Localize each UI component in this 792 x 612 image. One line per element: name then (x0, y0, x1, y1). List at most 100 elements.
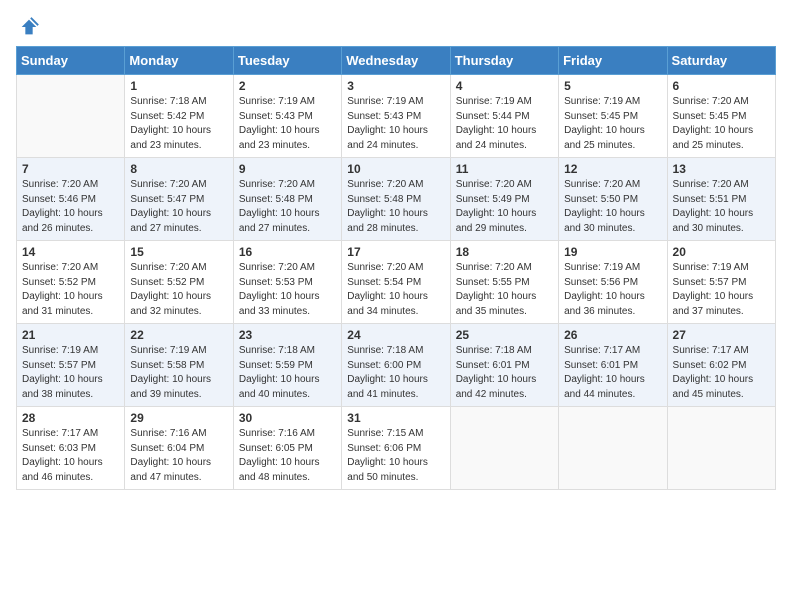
day-info: Sunrise: 7:16 AMSunset: 6:04 PMDaylight:… (130, 427, 227, 485)
calendar-cell (559, 407, 667, 490)
day-number: 7 (22, 162, 119, 176)
day-info: Sunrise: 7:19 AMSunset: 5:57 PMDaylight:… (22, 344, 119, 402)
calendar-header-wednesday: Wednesday (342, 47, 450, 75)
day-info: Sunrise: 7:20 AMSunset: 5:51 PMDaylight:… (673, 178, 770, 236)
calendar-cell (667, 407, 775, 490)
calendar-cell: 17 Sunrise: 7:20 AMSunset: 5:54 PMDayligh… (342, 241, 450, 324)
calendar-cell: 15Sunrise: 7:20 AMSunset: 5:52 PMDayligh… (125, 241, 233, 324)
day-info: Sunrise: 7:20 AMSunset: 5:52 PMDaylight:… (130, 261, 227, 319)
calendar-cell: 31Sunrise: 7:15 AMSunset: 6:06 PMDayligh… (342, 407, 450, 490)
day-info: Sunrise: 7:18 AMSunset: 5:59 PMDaylight:… (239, 344, 336, 402)
day-info: Sunrise: 7:20 AMSunset: 5:55 PMDaylight:… (456, 261, 553, 319)
calendar-cell: 11 Sunrise: 7:20 AMSunset: 5:49 PMDayligh… (450, 158, 558, 241)
day-info: Sunrise: 7:20 AMSunset: 5:54 PMDaylight:… (347, 261, 444, 319)
day-number: 17 (347, 245, 444, 259)
calendar-cell: 13 Sunrise: 7:20 AMSunset: 5:51 PMDayligh… (667, 158, 775, 241)
calendar-cell: 25 Sunrise: 7:18 AMSunset: 6:01 PMDayligh… (450, 324, 558, 407)
day-info: Sunrise: 7:20 AMSunset: 5:49 PMDaylight:… (456, 178, 553, 236)
logo (16, 16, 40, 38)
day-number: 9 (239, 162, 336, 176)
day-number: 10 (347, 162, 444, 176)
calendar-cell: 3Sunrise: 7:19 AMSunset: 5:43 PMDaylight… (342, 75, 450, 158)
day-info: Sunrise: 7:19 AMSunset: 5:57 PMDaylight:… (673, 261, 770, 319)
calendar-cell: 26 Sunrise: 7:17 AMSunset: 6:01 PMDayligh… (559, 324, 667, 407)
day-number: 16 (239, 245, 336, 259)
calendar-cell: 27 Sunrise: 7:17 AMSunset: 6:02 PMDayligh… (667, 324, 775, 407)
calendar-week-3: 14 Sunrise: 7:20 AMSunset: 5:52 PMDayligh… (17, 241, 776, 324)
day-number: 30 (239, 411, 336, 425)
day-number: 20 (673, 245, 770, 259)
day-number: 21 (22, 328, 119, 342)
calendar-cell: 16 Sunrise: 7:20 AMSunset: 5:53 PMDayligh… (233, 241, 341, 324)
page-header (16, 16, 776, 38)
day-info: Sunrise: 7:20 AMSunset: 5:46 PMDaylight:… (22, 178, 119, 236)
day-number: 22 (130, 328, 227, 342)
calendar-table: SundayMondayTuesdayWednesdayThursdayFrid… (16, 46, 776, 490)
day-info: Sunrise: 7:20 AMSunset: 5:48 PMDaylight:… (239, 178, 336, 236)
logo-icon (18, 16, 40, 38)
day-number: 25 (456, 328, 553, 342)
day-info: Sunrise: 7:20 AMSunset: 5:53 PMDaylight:… (239, 261, 336, 319)
day-number: 26 (564, 328, 661, 342)
day-number: 4 (456, 79, 553, 93)
calendar-cell: 29 Sunrise: 7:16 AMSunset: 6:04 PMDayligh… (125, 407, 233, 490)
day-number: 6 (673, 79, 770, 93)
day-number: 29 (130, 411, 227, 425)
calendar-cell: 8 Sunrise: 7:20 AMSunset: 5:47 PMDaylight… (125, 158, 233, 241)
day-number: 2 (239, 79, 336, 93)
calendar-header-tuesday: Tuesday (233, 47, 341, 75)
day-info: Sunrise: 7:17 AMSunset: 6:02 PMDaylight:… (673, 344, 770, 402)
calendar-header-friday: Friday (559, 47, 667, 75)
day-info: Sunrise: 7:19 AMSunset: 5:56 PMDaylight:… (564, 261, 661, 319)
day-number: 19 (564, 245, 661, 259)
day-number: 14 (22, 245, 119, 259)
day-info: Sunrise: 7:17 AMSunset: 6:01 PMDaylight:… (564, 344, 661, 402)
day-info: Sunrise: 7:19 AMSunset: 5:45 PMDaylight:… (564, 95, 661, 153)
day-info: Sunrise: 7:18 AMSunset: 5:42 PMDaylight:… (130, 95, 227, 153)
day-number: 5 (564, 79, 661, 93)
day-info: Sunrise: 7:18 AMSunset: 6:00 PMDaylight:… (347, 344, 444, 402)
day-info: Sunrise: 7:15 AMSunset: 6:06 PMDaylight:… (347, 427, 444, 485)
day-info: Sunrise: 7:18 AMSunset: 6:01 PMDaylight:… (456, 344, 553, 402)
calendar-header-thursday: Thursday (450, 47, 558, 75)
day-info: Sunrise: 7:20 AMSunset: 5:50 PMDaylight:… (564, 178, 661, 236)
calendar-cell: 24 Sunrise: 7:18 AMSunset: 6:00 PMDayligh… (342, 324, 450, 407)
calendar-cell (17, 75, 125, 158)
day-number: 8 (130, 162, 227, 176)
calendar-cell: 21 Sunrise: 7:19 AMSunset: 5:57 PMDayligh… (17, 324, 125, 407)
calendar-cell: 6 Sunrise: 7:20 AMSunset: 5:45 PMDaylight… (667, 75, 775, 158)
day-info: Sunrise: 7:19 AMSunset: 5:58 PMDaylight:… (130, 344, 227, 402)
day-number: 3 (347, 79, 444, 93)
calendar-cell: 4Sunrise: 7:19 AMSunset: 5:44 PMDaylight… (450, 75, 558, 158)
calendar-week-1: 1 Sunrise: 7:18 AMSunset: 5:42 PMDaylight… (17, 75, 776, 158)
day-number: 1 (130, 79, 227, 93)
day-number: 11 (456, 162, 553, 176)
day-info: Sunrise: 7:19 AMSunset: 5:43 PMDaylight:… (239, 95, 336, 153)
calendar-cell: 2 Sunrise: 7:19 AMSunset: 5:43 PMDaylight… (233, 75, 341, 158)
day-info: Sunrise: 7:16 AMSunset: 6:05 PMDaylight:… (239, 427, 336, 485)
calendar-cell: 18Sunrise: 7:20 AMSunset: 5:55 PMDayligh… (450, 241, 558, 324)
day-info: Sunrise: 7:20 AMSunset: 5:48 PMDaylight:… (347, 178, 444, 236)
calendar-cell: 22 Sunrise: 7:19 AMSunset: 5:58 PMDayligh… (125, 324, 233, 407)
calendar-week-5: 28 Sunrise: 7:17 AMSunset: 6:03 PMDayligh… (17, 407, 776, 490)
calendar-header-monday: Monday (125, 47, 233, 75)
day-number: 12 (564, 162, 661, 176)
day-info: Sunrise: 7:17 AMSunset: 6:03 PMDaylight:… (22, 427, 119, 485)
day-number: 24 (347, 328, 444, 342)
calendar-cell: 23 Sunrise: 7:18 AMSunset: 5:59 PMDayligh… (233, 324, 341, 407)
calendar-cell: 14 Sunrise: 7:20 AMSunset: 5:52 PMDayligh… (17, 241, 125, 324)
calendar-cell: 20 Sunrise: 7:19 AMSunset: 5:57 PMDayligh… (667, 241, 775, 324)
day-info: Sunrise: 7:20 AMSunset: 5:52 PMDaylight:… (22, 261, 119, 319)
day-number: 23 (239, 328, 336, 342)
calendar-cell: 5 Sunrise: 7:19 AMSunset: 5:45 PMDaylight… (559, 75, 667, 158)
calendar-header-saturday: Saturday (667, 47, 775, 75)
calendar-cell: 10 Sunrise: 7:20 AMSunset: 5:48 PMDayligh… (342, 158, 450, 241)
calendar-week-2: 7 Sunrise: 7:20 AMSunset: 5:46 PMDaylight… (17, 158, 776, 241)
day-info: Sunrise: 7:20 AMSunset: 5:47 PMDaylight:… (130, 178, 227, 236)
day-info: Sunrise: 7:20 AMSunset: 5:45 PMDaylight:… (673, 95, 770, 153)
calendar-header-sunday: Sunday (17, 47, 125, 75)
day-number: 27 (673, 328, 770, 342)
day-number: 28 (22, 411, 119, 425)
day-number: 13 (673, 162, 770, 176)
calendar-cell: 19 Sunrise: 7:19 AMSunset: 5:56 PMDayligh… (559, 241, 667, 324)
